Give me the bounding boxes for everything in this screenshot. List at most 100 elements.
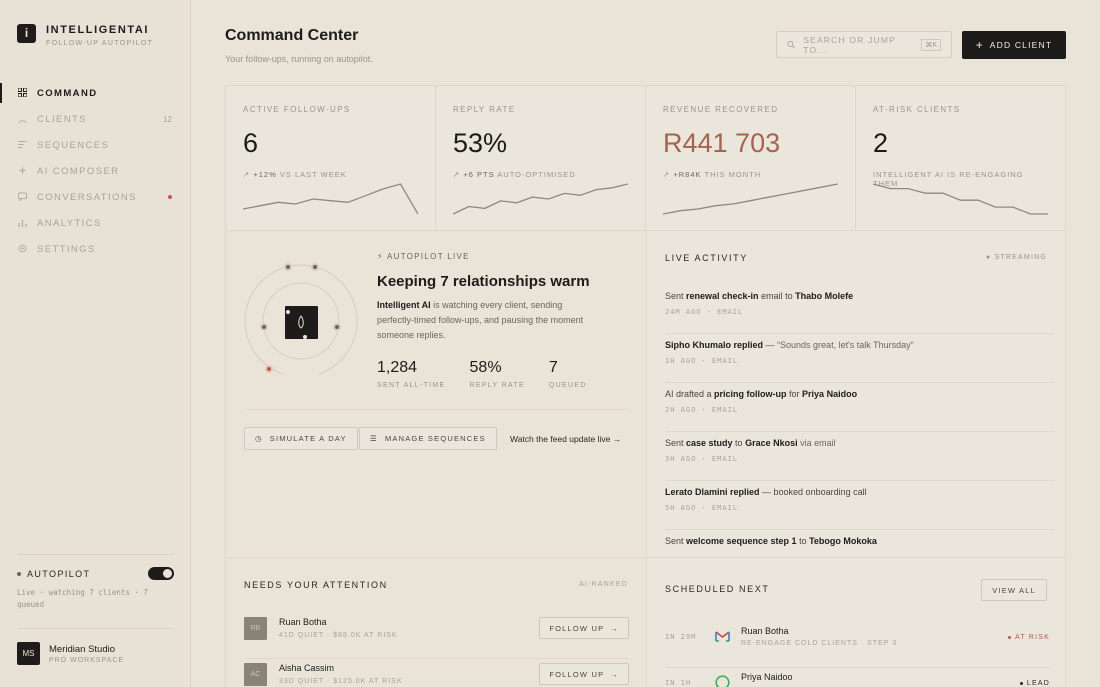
attention-row[interactable]: AC Aisha Cassim 33D QUIET · $125.0K AT R… <box>244 659 629 687</box>
brand-logo-icon: i <box>17 24 36 43</box>
scheduled-name: Ruan Botha <box>741 626 789 636</box>
activity-title: LIVE ACTIVITY <box>665 253 748 263</box>
nav-item-ai-composer[interactable]: AI COMPOSER <box>0 158 190 184</box>
attention-row[interactable]: RB Ruan Botha 41D QUIET · $88.0K AT RISK… <box>244 613 629 659</box>
nav-label: COMMAND <box>37 87 98 99</box>
metric-label: SENT ALL-TIME <box>377 382 446 389</box>
activity-meta: 5H AGO · EMAIL <box>665 504 739 512</box>
metric-value: 7 <box>548 359 558 376</box>
page-subtitle: Your follow-ups, running on autopilot. <box>225 54 373 64</box>
autopilot-title: Keeping 7 relationships warm <box>377 273 590 290</box>
activity-bold1: renewal check-in <box>686 291 759 301</box>
whatsapp-icon <box>715 672 741 687</box>
autopilot-tag-text: AUTOPILOT LIVE <box>387 252 470 261</box>
add-client-button[interactable]: + ADD CLIENT <box>962 31 1066 59</box>
stat-value: 53% <box>453 128 508 158</box>
scheduled-name: Priya Naidoo <box>741 672 793 682</box>
stat-card-revenue-recovered[interactable]: REVENUE RECOVERED R441 703 ↗ +R84K THIS … <box>646 86 856 230</box>
simulate-day-button[interactable]: ◷ SIMULATE A DAY <box>244 427 358 450</box>
attention-panel: NEEDS YOUR ATTENTION AI-RANKED RB Ruan B… <box>225 558 646 687</box>
search-shortcut: ⌘K <box>921 38 941 51</box>
autopilot-label: AUTOPILOT <box>17 569 90 579</box>
workspace-plan: PRO WORKSPACE <box>49 656 125 664</box>
bar-chart-icon <box>18 218 27 229</box>
activity-item[interactable]: Sent welcome sequence step 1 to Tebogo M… <box>665 530 1054 557</box>
scheduled-panel: SCHEDULED NEXT VIEW ALL IN 29M Ruan Both… <box>646 558 1066 687</box>
gear-icon <box>18 244 27 255</box>
scheduled-time: IN 29M <box>665 633 697 641</box>
client-meta: 33D QUIET · $125.0K AT RISK <box>279 678 403 685</box>
stat-delta-text: VS LAST WEEK <box>279 170 347 179</box>
autopilot-status: AUTOPILOT Live · watching 7 clients · 7 … <box>17 554 174 611</box>
activity-meta: 2H AGO · EMAIL <box>665 406 739 414</box>
sparkline-path <box>663 183 838 215</box>
nav-label: AI COMPOSER <box>37 165 120 177</box>
stats-row: ACTIVE FOLLOW-UPS 6 ↗ +12% VS LAST WEEK … <box>225 85 1066 231</box>
autopilot-toggle[interactable] <box>148 567 174 580</box>
autopilot-metrics: 1,284 SENT ALL-TIME 58% REPLY RATE 7 QUE… <box>377 359 587 389</box>
activity-item[interactable]: AI drafted a pricing follow-up for Priya… <box>665 383 1054 432</box>
stat-card-active-follow-ups[interactable]: ACTIVE FOLLOW-UPS 6 ↗ +12% VS LAST WEEK <box>226 86 436 230</box>
metric-label: REPLY RATE <box>469 382 525 389</box>
sparkline-path <box>243 183 418 215</box>
watch-feed-link[interactable]: Watch the feed update live → <box>510 434 621 444</box>
manage-sequences-button[interactable]: ☰ MANAGE SEQUENCES <box>359 427 497 450</box>
autopilot-label-text: AUTOPILOT <box>27 568 91 579</box>
autopilot-status-text: Live · watching 7 clients · 7 queued <box>17 588 148 609</box>
activity-bold2: Thabo Molefe <box>795 291 854 301</box>
follow-up-button[interactable]: FOLLOW UP → <box>539 617 629 639</box>
activity-bold2: Priya Naidoo <box>802 389 858 399</box>
stat-delta-value: +R84K <box>673 170 702 179</box>
ai-ranked-tag: AI-RANKED <box>579 581 628 588</box>
activity-bold1: case study <box>686 438 733 448</box>
stat-label: ACTIVE FOLLOW-UPS <box>243 105 351 114</box>
avatar: AC <box>244 663 267 686</box>
activity-mid: — <box>763 340 778 350</box>
activity-text: Sent welcome sequence step 1 to Tebogo M… <box>665 536 1054 546</box>
activity-text: Lerato Dlamini replied — booked onboardi… <box>665 487 1054 497</box>
scheduled-row[interactable]: IN 1H Priya Naidoo LEAD <box>665 668 1050 687</box>
activity-item[interactable]: Sent case study to Grace Nkosi via email… <box>665 432 1054 481</box>
nav-item-analytics[interactable]: ANALYTICS <box>0 210 190 236</box>
client-meta: 41D QUIET · $88.0K AT RISK <box>279 632 398 639</box>
stat-delta: ↗ +6 PTS AUTO-OPTIMISED <box>453 170 576 179</box>
nav-label: SEQUENCES <box>37 139 110 151</box>
activity-item[interactable]: Sent renewal check-in email to Thabo Mol… <box>665 285 1054 334</box>
sparkline <box>873 183 1048 215</box>
user-icon <box>18 114 27 125</box>
activity-bold1: welcome sequence step 1 <box>686 536 797 546</box>
follow-up-label: FOLLOW UP <box>549 669 605 679</box>
scheduled-list: IN 29M Ruan Botha RE-ENGAGE COLD CLIENTS… <box>665 622 1050 687</box>
scheduled-row[interactable]: IN 29M Ruan Botha RE-ENGAGE COLD CLIENTS… <box>665 622 1050 668</box>
nav-label: SETTINGS <box>37 243 96 255</box>
activity-list: Sent renewal check-in email to Thabo Mol… <box>665 285 1054 557</box>
activity-item[interactable]: Sipho Khumalo replied — “Sounds great, l… <box>665 334 1054 383</box>
activity-bold1: Lerato Dlamini replied <box>665 487 760 497</box>
page-title: Command Center <box>225 27 359 44</box>
activity-text: Sent case study to Grace Nkosi via email <box>665 438 1054 448</box>
nav-item-conversations[interactable]: CONVERSATIONS <box>0 184 190 210</box>
stat-card-reply-rate[interactable]: REPLY RATE 53% ↗ +6 PTS AUTO-OPTIMISED <box>436 86 646 230</box>
workspace-switcher[interactable]: MS Meridian Studio PRO WORKSPACE <box>17 628 174 665</box>
activity-text: Sipho Khumalo replied — “Sounds great, l… <box>665 340 1054 350</box>
follow-up-button[interactable]: FOLLOW UP → <box>539 663 629 685</box>
stat-value: 2 <box>873 128 889 158</box>
activity-item[interactable]: Lerato Dlamini replied — booked onboardi… <box>665 481 1054 530</box>
stat-delta: ↗ +12% VS LAST WEEK <box>243 170 347 179</box>
brand[interactable]: i INTELLIGENTAI FOLLOW-UP AUTOPILOT <box>17 24 153 47</box>
status-dot-icon <box>17 571 21 576</box>
search-input[interactable]: SEARCH OR JUMP TO... ⌘K <box>776 31 952 58</box>
arrow-right-icon: → <box>610 623 619 633</box>
scheduled-title: SCHEDULED NEXT <box>665 584 770 594</box>
nav-item-clients[interactable]: CLIENTS 12 <box>0 106 190 132</box>
sparkline-path <box>453 183 628 215</box>
nav-item-command[interactable]: COMMAND <box>0 80 190 106</box>
nav-item-settings[interactable]: SETTINGS <box>0 236 190 262</box>
stat-value: 6 <box>243 128 259 158</box>
stat-delta-text: AUTO-OPTIMISED <box>497 170 576 179</box>
view-all-button[interactable]: VIEW ALL <box>981 579 1047 601</box>
stat-card-at-risk-clients[interactable]: AT-RISK CLIENTS 2 INTELLIGENT AI IS RE-E… <box>856 86 1065 230</box>
metric-queued: 7 QUEUED <box>549 359 587 389</box>
arrow-right-icon: → <box>610 669 619 679</box>
nav-item-sequences[interactable]: SEQUENCES <box>0 132 190 158</box>
